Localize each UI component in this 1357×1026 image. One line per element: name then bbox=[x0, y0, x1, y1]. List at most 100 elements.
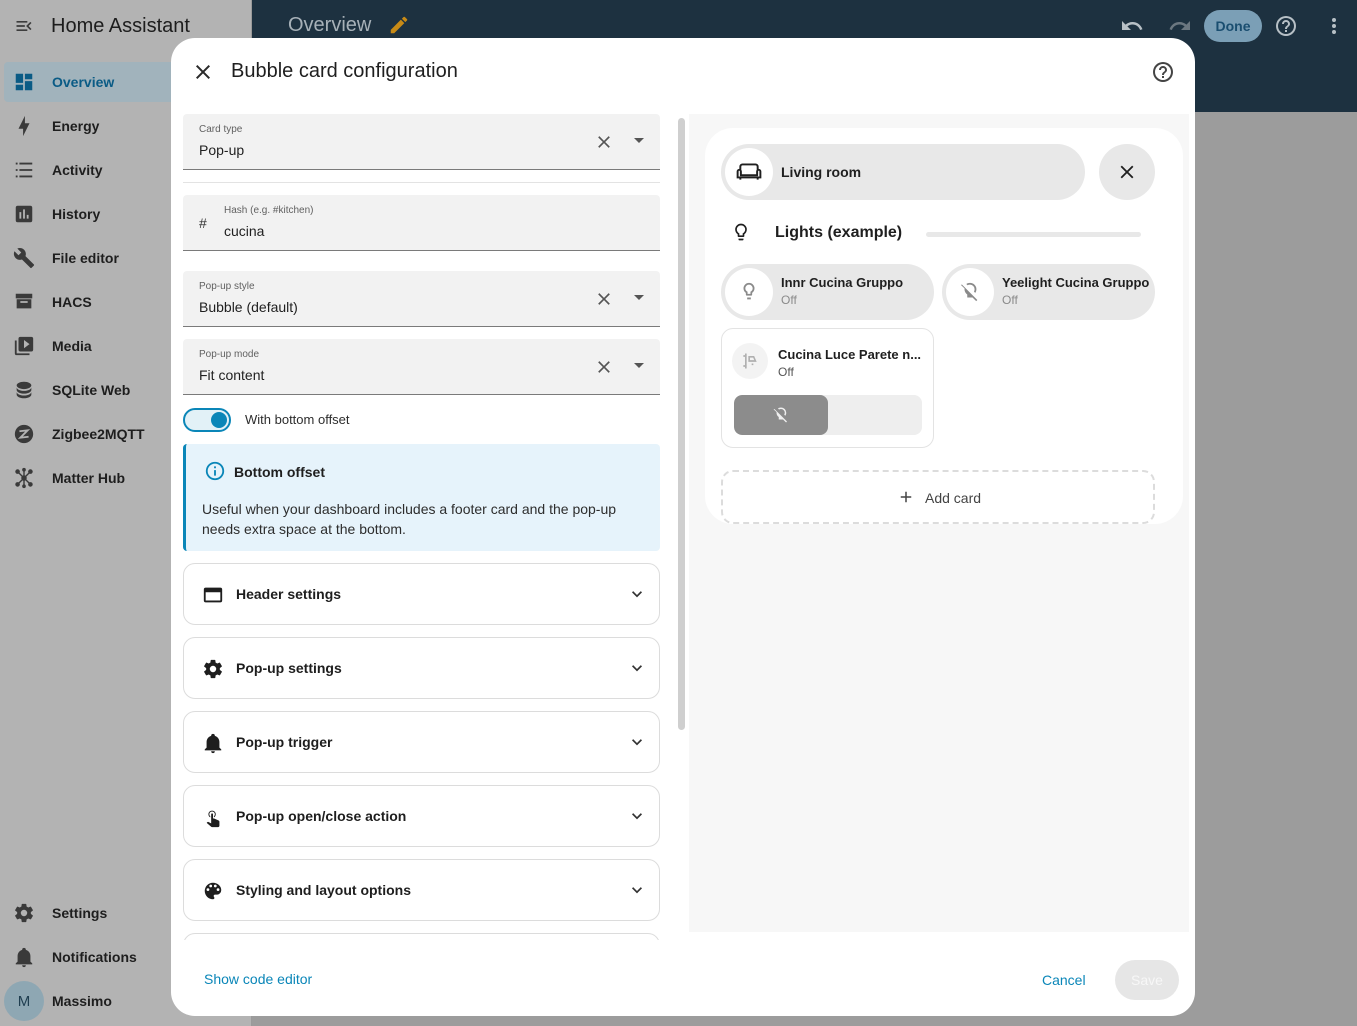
sidebar-item-label: SQLite Web bbox=[52, 382, 131, 398]
popup-header-label: Living room bbox=[781, 164, 862, 180]
sidebar-item-label: Zigbee2MQTT bbox=[52, 426, 145, 442]
field-value: Pop-up bbox=[199, 142, 245, 158]
light-slider-card: Cucina Luce Parete n... Off bbox=[721, 328, 934, 448]
info-text: Useful when your dashboard includes a fo… bbox=[202, 501, 617, 537]
dropdown-arrow-icon[interactable] bbox=[634, 138, 644, 143]
show-code-editor-button[interactable]: Show code editor bbox=[204, 971, 312, 987]
bottom-offset-toggle-row: With bottom offset bbox=[183, 408, 483, 434]
save-button[interactable]: Save bbox=[1115, 960, 1179, 1000]
sidebar-item-label: Activity bbox=[52, 162, 103, 178]
lightbulb-outline-icon bbox=[731, 222, 751, 242]
popup-trigger-expander[interactable]: Pop-up trigger bbox=[183, 711, 660, 773]
sidebar-item-label: Settings bbox=[52, 905, 108, 921]
config-editor: Card type Pop-up # Hash (e.g. #kitchen) … bbox=[183, 114, 660, 940]
dropdown-arrow-icon[interactable] bbox=[634, 295, 644, 300]
add-card-button[interactable]: Add card bbox=[721, 470, 1155, 524]
bell-icon bbox=[202, 732, 224, 754]
avatar[interactable]: M bbox=[4, 981, 44, 1021]
light-button[interactable]: Yeelight Cucina Gruppo Off bbox=[942, 264, 1155, 320]
button-name: Innr Cucina Gruppo bbox=[781, 275, 904, 290]
sidebar-item-label: Notifications bbox=[52, 949, 137, 965]
toggle-knob bbox=[211, 412, 227, 428]
field-label: Hash (e.g. #kitchen) bbox=[224, 205, 314, 216]
separator-line bbox=[926, 232, 1141, 237]
sofa-icon bbox=[725, 148, 773, 196]
expander-label: Header settings bbox=[236, 586, 342, 602]
sidebar-item-label: Matter Hub bbox=[52, 470, 126, 486]
close-icon[interactable] bbox=[191, 60, 215, 84]
wall-lamp-icon bbox=[732, 343, 768, 379]
bottom-offset-toggle[interactable] bbox=[183, 408, 231, 432]
chart-bar-icon bbox=[13, 203, 35, 225]
field-label: Pop-up mode bbox=[199, 349, 260, 360]
expander-label: Pop-up trigger bbox=[236, 734, 333, 750]
header-settings-expander[interactable]: Header settings bbox=[183, 563, 660, 625]
button-state: Off bbox=[1002, 293, 1018, 307]
card-config-dialog: Bubble card configuration Card type Pop-… bbox=[171, 38, 1195, 1016]
done-button[interactable]: Done bbox=[1204, 10, 1262, 42]
undo-icon[interactable] bbox=[1120, 14, 1144, 38]
toggle-label: With bottom offset bbox=[245, 412, 350, 427]
pencil-icon[interactable] bbox=[388, 14, 410, 36]
cancel-button[interactable]: Cancel bbox=[1042, 972, 1086, 988]
popup-close-button[interactable] bbox=[1099, 144, 1155, 200]
sidebar-item-label: History bbox=[52, 206, 101, 222]
info-alert: Bottom offset Useful when your dashboard… bbox=[183, 444, 660, 551]
hacs-icon bbox=[13, 291, 35, 313]
popup-header[interactable]: Living room bbox=[721, 144, 1085, 200]
sidebar-item-overview[interactable]: Overview bbox=[4, 62, 172, 102]
card-icon bbox=[202, 584, 224, 606]
hub-icon bbox=[13, 467, 35, 489]
more-expander[interactable] bbox=[183, 933, 660, 940]
database-icon bbox=[13, 379, 35, 401]
brightness-slider[interactable] bbox=[734, 395, 922, 435]
lightbulb-group-icon bbox=[725, 268, 773, 316]
clear-icon[interactable] bbox=[594, 357, 614, 377]
help-icon[interactable] bbox=[1151, 60, 1175, 84]
popup-mode-select[interactable]: Pop-up mode Fit content bbox=[183, 339, 660, 395]
field-label: Card type bbox=[199, 124, 243, 135]
card-preview: Living room Lights (example) Innr Cucina… bbox=[689, 114, 1189, 932]
help-icon[interactable] bbox=[1274, 14, 1298, 38]
chevron-down-icon bbox=[627, 806, 647, 826]
redo-icon[interactable] bbox=[1168, 14, 1192, 38]
light-button[interactable]: Innr Cucina Gruppo Off bbox=[721, 264, 934, 320]
chevron-down-icon bbox=[627, 584, 647, 604]
popup-style-select[interactable]: Pop-up style Bubble (default) bbox=[183, 271, 660, 327]
sidebar-item-label: Media bbox=[52, 338, 92, 354]
chevron-down-icon bbox=[627, 658, 647, 678]
menu-icon[interactable] bbox=[14, 16, 34, 36]
chevron-down-icon bbox=[627, 880, 647, 900]
gear-icon bbox=[202, 658, 224, 680]
hash-field[interactable]: # Hash (e.g. #kitchen) cucina bbox=[183, 195, 660, 251]
dropdown-arrow-icon[interactable] bbox=[634, 363, 644, 368]
popup-preview-card: Living room Lights (example) Innr Cucina… bbox=[705, 128, 1183, 524]
popup-open-close-action-expander[interactable]: Pop-up open/close action bbox=[183, 785, 660, 847]
divider bbox=[183, 182, 660, 183]
chevron-down-icon bbox=[627, 732, 647, 752]
field-value: Fit content bbox=[199, 367, 265, 383]
editor-scrollbar[interactable] bbox=[678, 118, 685, 730]
clear-icon[interactable] bbox=[594, 132, 614, 152]
plus-icon bbox=[897, 488, 915, 506]
page-title: Overview bbox=[288, 14, 372, 36]
user-name: Massimo bbox=[52, 993, 112, 1009]
slider-card-state: Off bbox=[778, 365, 794, 379]
zigbee-icon bbox=[13, 423, 35, 445]
clear-icon[interactable] bbox=[594, 289, 614, 309]
expander-label: Pop-up settings bbox=[236, 660, 342, 676]
dashboard-icon bbox=[13, 71, 35, 93]
lightning-icon bbox=[13, 115, 35, 137]
styling-layout-expander[interactable]: Styling and layout options bbox=[183, 859, 660, 921]
play-box-icon bbox=[13, 335, 35, 357]
popup-settings-expander[interactable]: Pop-up settings bbox=[183, 637, 660, 699]
more-vertical-icon[interactable] bbox=[1322, 14, 1346, 38]
gear-icon bbox=[13, 902, 35, 924]
palette-icon bbox=[202, 880, 224, 902]
wrench-icon bbox=[13, 247, 35, 269]
hash-prefix: # bbox=[199, 215, 207, 231]
sidebar-item-label: Energy bbox=[52, 118, 100, 134]
field-value: Bubble (default) bbox=[199, 299, 298, 315]
sidebar-item-label: Overview bbox=[52, 74, 115, 90]
card-type-select[interactable]: Card type Pop-up bbox=[183, 114, 660, 170]
